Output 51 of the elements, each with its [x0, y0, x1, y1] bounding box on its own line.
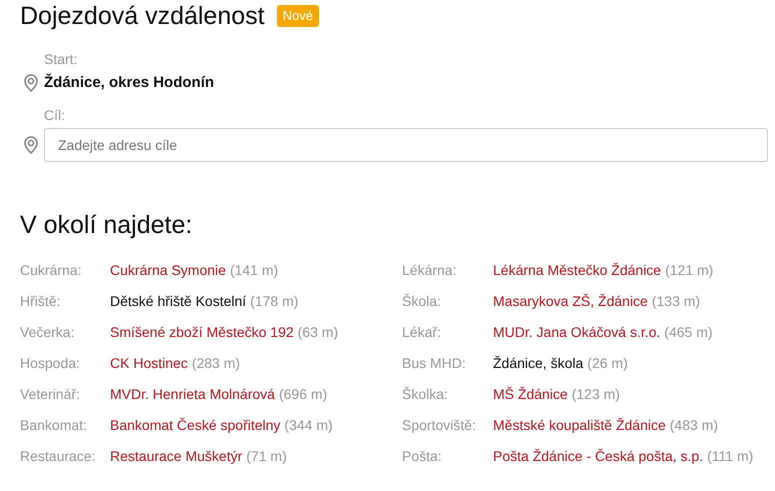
distance-text: (141 m) — [230, 261, 278, 279]
category-label: Veterinář: — [20, 385, 81, 403]
distance-text: (121 m) — [665, 261, 714, 279]
place-name: Dětské hřiště Kostelní — [110, 292, 246, 310]
distance-text: (483 m) — [670, 416, 718, 434]
category-label: Sportoviště: — [402, 416, 477, 434]
category-label: Hospoda: — [20, 354, 81, 372]
category-label: Cukrárna: — [20, 261, 82, 279]
category-label: Pošta: — [402, 447, 443, 465]
distance-text: (465 m) — [664, 323, 713, 341]
category-label: Restaurace: — [20, 447, 96, 465]
start-label: Start: — [44, 50, 78, 68]
place-link[interactable]: MVDr. Henrieta Molnárová — [110, 385, 275, 403]
new-badge: Nové — [276, 4, 319, 26]
distance-text: (696 m) — [278, 385, 328, 403]
place-link[interactable]: Pošta Ždánice - Česká pošta, s.p. — [493, 447, 704, 465]
place-link[interactable]: Restaurace Mušketýr — [110, 447, 242, 465]
distance-text: (111 m) — [707, 447, 754, 465]
location-pin-icon — [24, 136, 38, 154]
distance-text: (178 m) — [250, 292, 298, 310]
place-name: Ždánice, škola — [493, 354, 584, 372]
place-link[interactable]: CK Hostinec — [110, 354, 188, 372]
category-label: Lékárna: — [402, 261, 458, 279]
location-pin-icon — [24, 74, 38, 92]
place-link[interactable]: MUDr. Jana Okáčová s.r.o. — [493, 323, 660, 341]
distance-text: (63 m) — [298, 323, 338, 341]
distance-text: (71 m) — [246, 447, 287, 465]
category-label: Hřiště: — [20, 292, 62, 310]
place-link[interactable]: Lékárna Městečko Ždánice — [493, 261, 662, 279]
place-link[interactable]: Masarykova ZŠ, Ždánice — [493, 292, 648, 310]
category-label: Bus MHD: — [402, 354, 467, 372]
place-link[interactable]: Smíšené zboží Městečko 192 — [110, 323, 294, 341]
place-link[interactable]: Cukrárna Symonie — [110, 261, 226, 279]
place-link[interactable]: Městské koupaliště Ždánice — [493, 416, 666, 434]
place-link[interactable]: MŠ Ždánice — [493, 385, 568, 403]
destination-input-field[interactable]: Zadejte adresu cíle — [44, 128, 768, 162]
category-label: Bankomat: — [20, 416, 88, 434]
distance-text: (344 m) — [284, 416, 333, 434]
category-label: Lékař: — [402, 323, 442, 341]
category-label: Školka: — [402, 385, 449, 403]
start-address: Ždánice, okres Hodonín — [44, 73, 214, 93]
distance-text: (133 m) — [652, 292, 700, 310]
destination-label: Cíl: — [44, 106, 66, 124]
distance-text: (123 m) — [572, 385, 620, 403]
distance-text: (26 m) — [587, 354, 628, 372]
page-title: Dojezdová vzdálenost — [20, 0, 265, 30]
distance-text: (283 m) — [192, 354, 240, 372]
category-label: Škola: — [402, 292, 442, 310]
place-link[interactable]: Bankomat České spořitelny — [110, 416, 280, 434]
category-label: Večerka: — [20, 323, 76, 341]
section-heading: V okolí najdete: — [20, 210, 194, 240]
